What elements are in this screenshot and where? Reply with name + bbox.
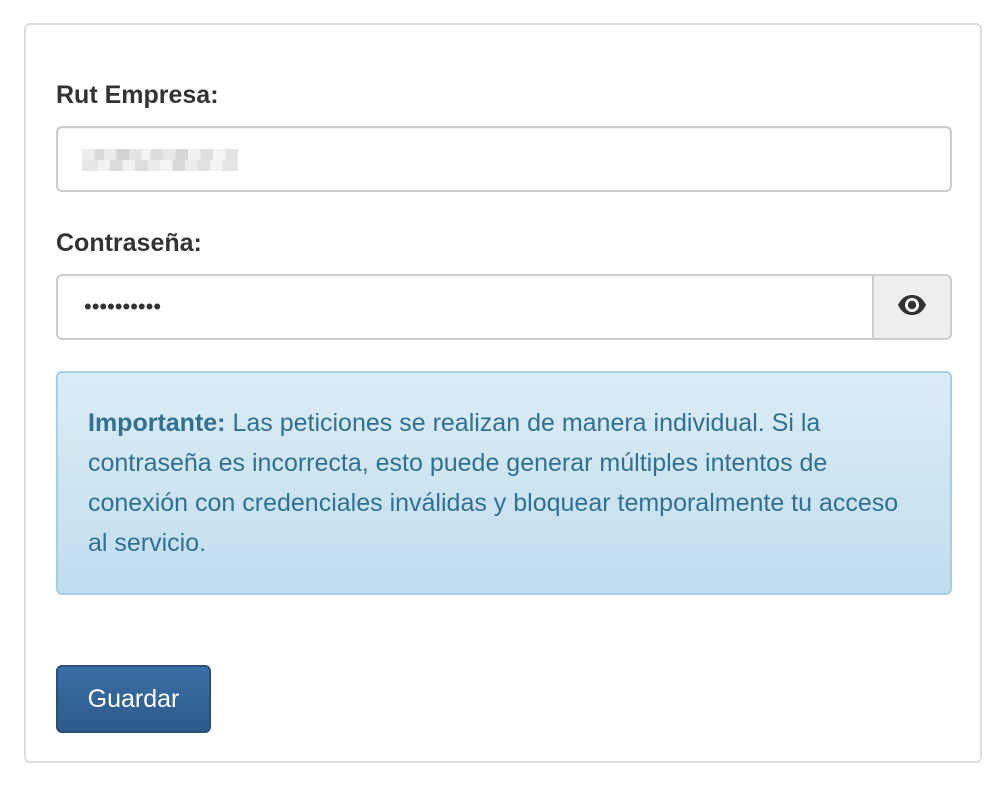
important-alert: Importante: Las peticiones se realizan d…	[56, 371, 952, 595]
eye-icon	[897, 294, 927, 321]
save-button[interactable]: Guardar	[56, 665, 211, 733]
rut-input[interactable]	[56, 126, 952, 192]
blurred-rut-value	[82, 149, 238, 171]
password-label: Contraseña:	[56, 229, 202, 257]
password-value: ••••••••••	[84, 294, 162, 319]
alert-strong: Importante:	[88, 409, 226, 437]
password-input[interactable]: ••••••••••	[56, 274, 874, 340]
rut-label: Rut Empresa:	[56, 81, 219, 109]
toggle-password-visibility-button[interactable]	[872, 274, 952, 340]
